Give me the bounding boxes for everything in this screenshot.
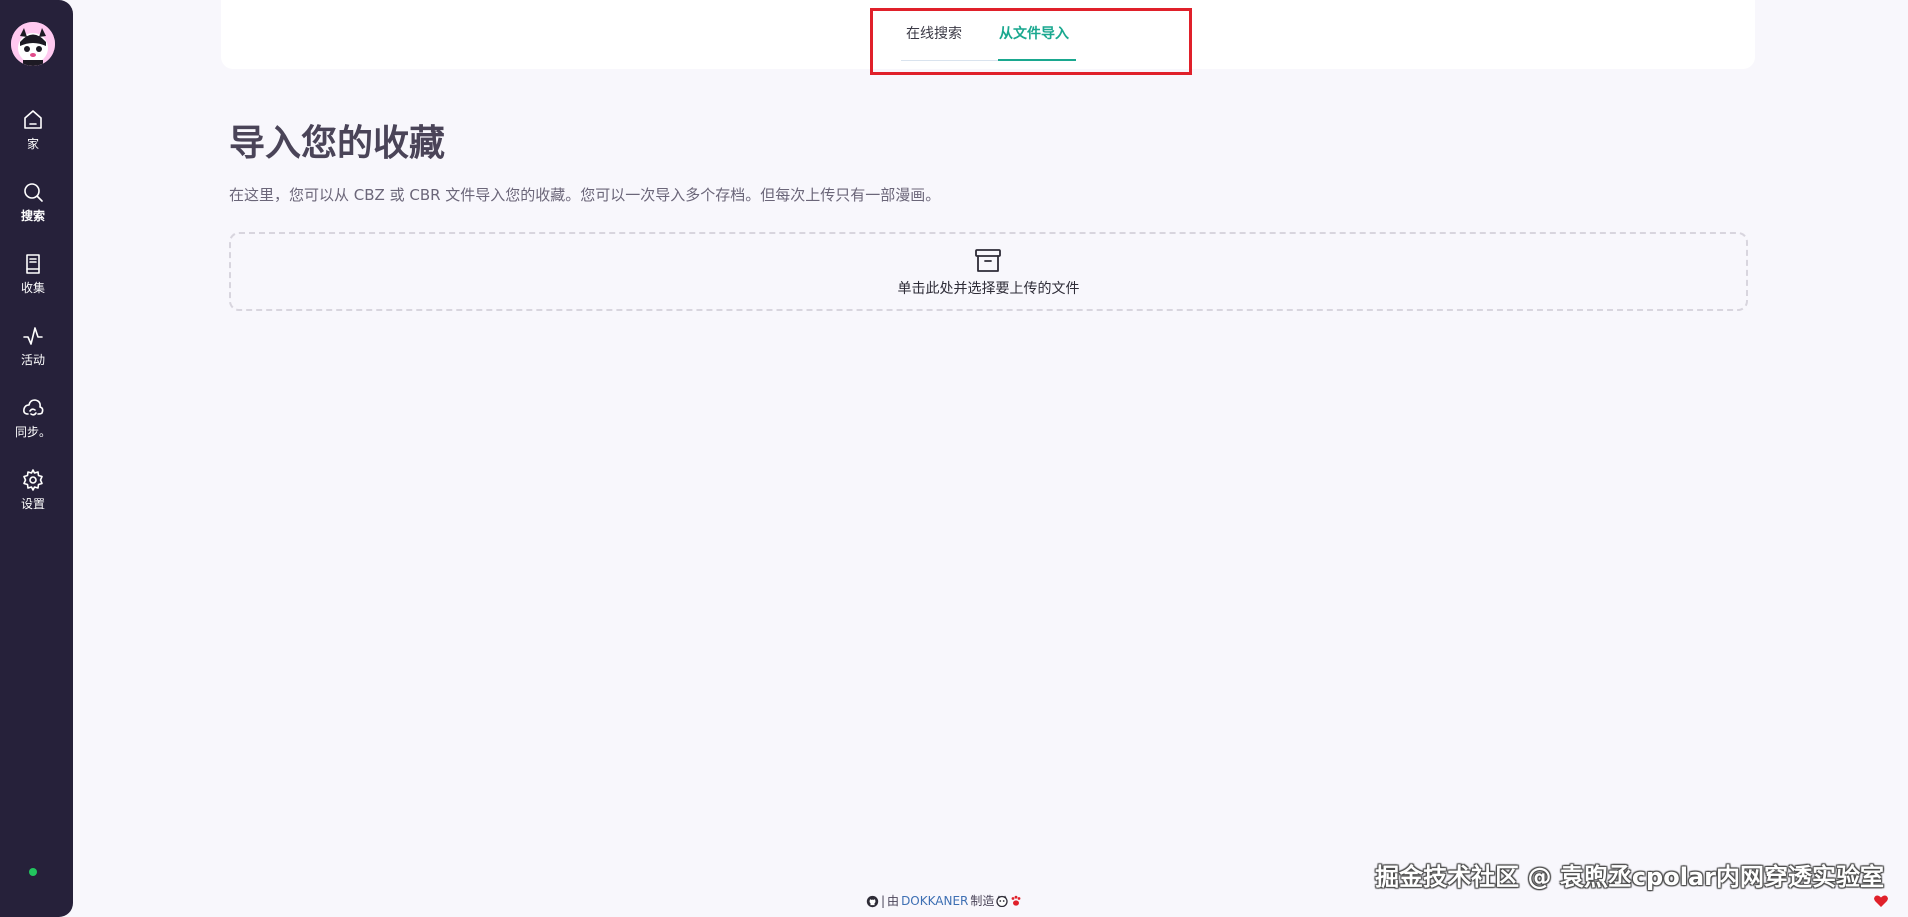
page-description: 在这里，您可以从 CBZ 或 CBR 文件导入您的收藏。您可以一次导入多个存档。… (229, 186, 941, 204)
paw-icon (1010, 895, 1022, 907)
watermark-text: 掘金技术社区 @ 袁煦丞cpolar内网穿透实验室 (1375, 863, 1884, 891)
sidebar-item-label: 同步。 (14, 425, 51, 439)
sidebar-item-label: 收集 (20, 281, 45, 295)
page-title: 导入您的收藏 (229, 123, 446, 164)
archive-icon (974, 248, 1002, 274)
sidebar-item-activity[interactable]: 活动 (0, 324, 66, 384)
file-upload-dropzone[interactable]: 单击此处并选择要上传的文件 (229, 232, 1748, 311)
activity-icon (21, 324, 45, 348)
footer-brand-link[interactable]: DOKKANER (901, 893, 968, 909)
online-status-dot (29, 868, 37, 876)
tab-import-from-file[interactable]: 从文件导入 (998, 0, 1076, 61)
github-icon[interactable] (866, 895, 879, 908)
footer-made-text: 制造 (970, 894, 995, 908)
sidebar-item-label: 家 (26, 137, 39, 151)
dropzone-label: 单击此处并选择要上传的文件 (897, 281, 1080, 297)
gear-icon (21, 468, 45, 492)
home-icon (21, 108, 45, 132)
book-icon (21, 252, 45, 276)
footer-by-text: 由 (887, 894, 900, 908)
avatar-cat-icon (11, 22, 55, 66)
heart-icon[interactable] (1873, 893, 1889, 909)
footer-separator: | (881, 894, 886, 908)
sidebar-item-search[interactable]: 搜索 (0, 180, 66, 240)
cat-logo-icon (996, 895, 1009, 907)
sidebar: 家 搜索 收集 活动 同步。 设置 (0, 0, 73, 917)
sidebar-item-label: 设置 (20, 497, 45, 511)
sidebar-item-label: 活动 (20, 353, 45, 367)
sidebar-item-home[interactable]: 家 (0, 108, 66, 168)
tab-bar: 在线搜索 从文件导入 (901, 0, 1076, 62)
tab-online-search[interactable]: 在线搜索 (901, 0, 998, 61)
user-avatar[interactable] (11, 22, 55, 66)
footer: | 由 DOKKANER 制造 (866, 893, 1022, 909)
sidebar-item-collection[interactable]: 收集 (0, 252, 66, 312)
sidebar-item-label: 搜索 (20, 209, 45, 223)
cloud-sync-icon (21, 396, 45, 420)
sidebar-item-sync[interactable]: 同步。 (0, 396, 66, 456)
sidebar-item-settings[interactable]: 设置 (0, 468, 66, 528)
search-icon (21, 180, 45, 204)
